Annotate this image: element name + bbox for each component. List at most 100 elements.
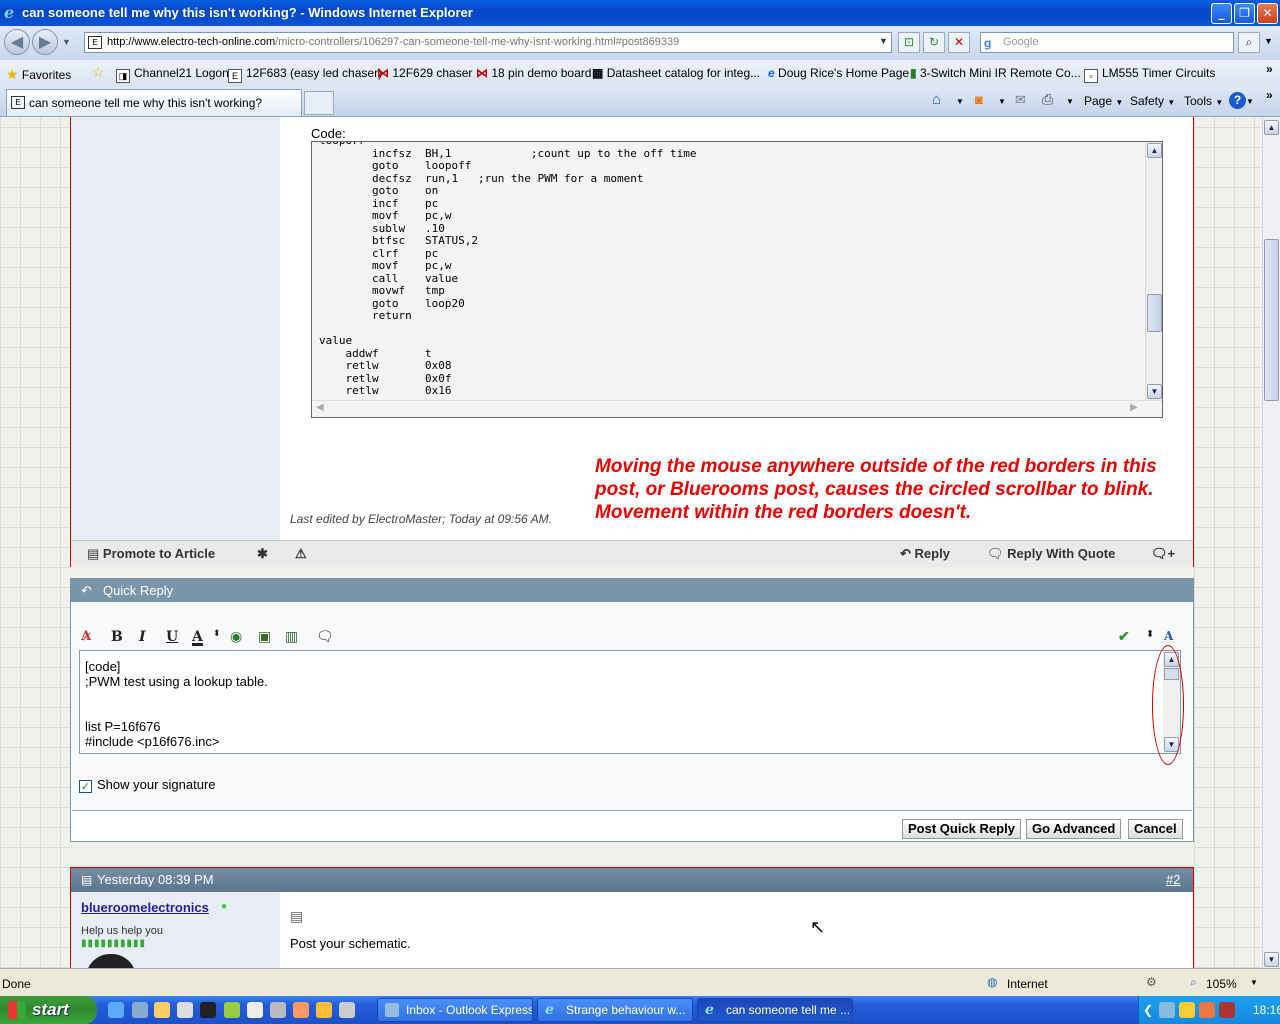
scroll-down-icon[interactable]: ▼: [1147, 384, 1162, 399]
scroll-right-icon[interactable]: ▶: [1130, 402, 1138, 413]
favorite-link-5[interactable]: ▦ Datasheet catalog for integ...: [592, 66, 760, 80]
search-go-icon[interactable]: ⌕: [1238, 32, 1260, 53]
more-commands-chevron-icon[interactable]: »: [1266, 88, 1273, 102]
protected-mode-icon[interactable]: ⚙: [1146, 975, 1157, 989]
favorite-link-3[interactable]: ⋈ 12F629 chaser: [377, 66, 472, 80]
cmd-quicklaunch-icon[interactable]: [200, 1002, 216, 1018]
code-vertical-scrollbar[interactable]: ▲ ▼: [1145, 142, 1162, 401]
reply-button[interactable]: ↶ Reply: [900, 546, 950, 562]
scroll-down-icon[interactable]: ▼: [1264, 952, 1279, 967]
favorite-link-2[interactable]: E 12F683 (easy led chaser): [228, 66, 382, 83]
task-outlook-express[interactable]: Inbox - Outlook Express: [377, 998, 533, 1022]
favorite-link-1[interactable]: ◨ Channel21 Logon: [116, 66, 229, 83]
favorites-button[interactable]: ★ Favorites: [6, 66, 71, 83]
post-quick-reply-button[interactable]: Post Quick Reply: [902, 819, 1021, 839]
favorite-link-7[interactable]: ▮ 3-Switch Mini IR Remote Co...: [910, 66, 1081, 80]
go-advanced-button[interactable]: Go Advanced: [1026, 819, 1122, 839]
new-tab-button[interactable]: [304, 91, 334, 115]
task-can-someone-tell-me[interactable]: e can someone tell me ...: [697, 998, 853, 1022]
help-icon[interactable]: ?: [1229, 92, 1246, 109]
reputation-icon[interactable]: ✱: [257, 546, 268, 562]
close-button[interactable]: ✕: [1257, 3, 1278, 24]
remove-formatting-icon[interactable]: A̷: [81, 629, 91, 644]
multiquote-icon[interactable]: 🗨+: [1151, 546, 1175, 562]
tray-expand-icon[interactable]: ❮: [1143, 996, 1153, 1024]
scroll-up-icon[interactable]: ▲: [1264, 120, 1279, 135]
add-favorite-icon[interactable]: ☆: [92, 64, 105, 81]
forward-button[interactable]: ▶: [32, 29, 58, 55]
search-input[interactable]: g Google: [980, 32, 1234, 53]
outlook-quicklaunch-icon[interactable]: [132, 1002, 148, 1018]
compatibility-view-icon[interactable]: ⊡: [898, 32, 920, 53]
tools-menu[interactable]: Tools ▼: [1184, 94, 1223, 108]
bold-icon[interactable]: B: [111, 629, 123, 645]
show-signature-checkbox[interactable]: ✓ Show your signature: [79, 777, 216, 793]
home-dropdown-icon[interactable]: ▼: [956, 97, 964, 106]
media-quicklaunch-icon[interactable]: [247, 1002, 263, 1018]
print-icon[interactable]: ⎙: [1042, 91, 1053, 108]
code-horizontal-scrollbar[interactable]: ◀ ▶: [312, 400, 1162, 417]
zoom-dropdown-icon[interactable]: ▼: [1250, 978, 1258, 987]
zoom-level[interactable]: 105%: [1206, 977, 1237, 991]
print-dropdown-icon[interactable]: ▼: [1066, 97, 1074, 106]
resize-editor-icon[interactable]: ⬍: [1146, 629, 1154, 640]
report-post-icon[interactable]: ⚠: [295, 546, 307, 562]
safety-menu[interactable]: Safety ▼: [1130, 94, 1175, 108]
explorer-quicklaunch-icon[interactable]: [154, 1002, 170, 1018]
promote-to-article-button[interactable]: ▤ Promote to Article: [87, 546, 215, 562]
firefox-quicklaunch-icon[interactable]: [293, 1002, 309, 1018]
tool-quicklaunch-icon[interactable]: [224, 1002, 240, 1018]
zoom-icon[interactable]: ⌕: [1190, 975, 1197, 990]
minimize-button[interactable]: _: [1211, 3, 1232, 24]
help-dropdown-icon[interactable]: ▼: [1246, 97, 1254, 106]
spell-check-icon[interactable]: ✔: [1118, 629, 1130, 645]
rss-feed-icon[interactable]: ◙: [975, 92, 983, 107]
insert-link-icon[interactable]: ◉: [230, 629, 242, 645]
tray-icon-4[interactable]: [1219, 1002, 1235, 1018]
post-2-username[interactable]: blueroomelectronics: [81, 900, 209, 915]
insert-quote-icon[interactable]: 🗨: [316, 629, 334, 645]
cancel-button[interactable]: Cancel: [1128, 819, 1183, 839]
tab-current[interactable]: E can someone tell me why this isn't wor…: [6, 89, 302, 116]
ie-quicklaunch-icon[interactable]: [108, 1002, 124, 1018]
font-color-dropdown-icon[interactable]: ⬍: [213, 629, 221, 639]
insert-video-icon[interactable]: ▥: [285, 629, 298, 645]
page-scrollbar[interactable]: ▲ ▼: [1262, 117, 1280, 968]
app2-quicklaunch-icon[interactable]: [316, 1002, 332, 1018]
refresh-icon[interactable]: ↻: [923, 32, 945, 53]
page-menu[interactable]: Page ▼: [1084, 94, 1123, 108]
page-scroll-thumb[interactable]: [1264, 239, 1279, 401]
back-button[interactable]: ◀: [4, 29, 30, 55]
favorite-link-6[interactable]: e Doug Rice's Home Page: [768, 66, 909, 80]
stop-icon[interactable]: ✕: [948, 32, 970, 53]
network-tray-icon[interactable]: [1159, 1002, 1175, 1018]
scroll-thumb[interactable]: [1147, 294, 1162, 332]
address-dropdown-icon[interactable]: ▼: [879, 36, 888, 46]
folder-quicklaunch-icon[interactable]: [177, 1002, 193, 1018]
feed-dropdown-icon[interactable]: ▼: [998, 97, 1006, 106]
quick-reply-textarea[interactable]: [code] ;PWM test using a lookup table. l…: [79, 650, 1181, 754]
underline-icon[interactable]: U: [166, 629, 178, 645]
start-button[interactable]: start: [0, 996, 97, 1024]
switch-editor-mode-icon[interactable]: A: [1164, 629, 1173, 643]
search-options-icon[interactable]: ▼: [1264, 36, 1273, 46]
task-strange-behaviour[interactable]: e Strange behaviour w...: [537, 998, 693, 1022]
reply-with-quote-button[interactable]: 🗨 Reply With Quote: [987, 546, 1115, 562]
address-input[interactable]: Ehttp://www.electro-tech-online.com/micr…: [84, 32, 892, 53]
more-favorites-chevron-icon[interactable]: »: [1266, 62, 1273, 76]
scroll-up-icon[interactable]: ▲: [1147, 143, 1162, 158]
post-2-permalink[interactable]: #2: [1166, 868, 1180, 892]
recent-pages-chevron-icon[interactable]: ▼: [62, 37, 71, 47]
tray-icon-2[interactable]: [1179, 1002, 1195, 1018]
favorite-link-4[interactable]: ⋈ 18 pin demo board: [476, 66, 591, 80]
app3-quicklaunch-icon[interactable]: [339, 1002, 355, 1018]
scroll-left-icon[interactable]: ◀: [316, 402, 324, 413]
mail-icon[interactable]: ✉: [1015, 92, 1026, 108]
favorite-link-8[interactable]: ▫ LM555 Timer Circuits: [1084, 66, 1215, 83]
app-quicklaunch-icon[interactable]: [270, 1002, 286, 1018]
font-color-icon[interactable]: A: [192, 629, 203, 645]
insert-image-icon[interactable]: ▣: [258, 629, 271, 645]
checkbox-checked-icon[interactable]: ✓: [79, 780, 92, 793]
home-icon[interactable]: ⌂: [932, 91, 941, 108]
tray-icon-3[interactable]: [1199, 1002, 1215, 1018]
